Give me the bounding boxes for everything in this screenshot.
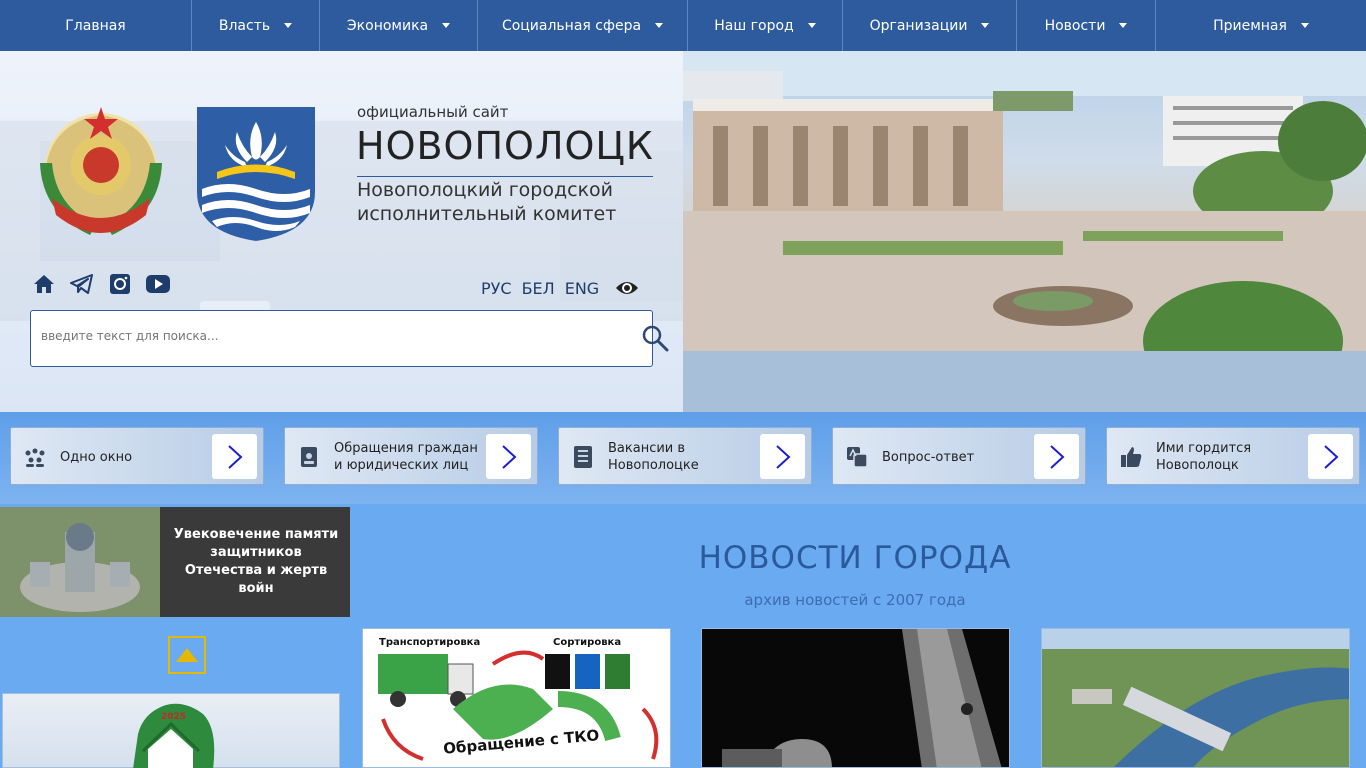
- nav-label: Власть: [218, 17, 271, 34]
- nav-item-economy[interactable]: Экономика: [320, 0, 478, 51]
- nav-item-organizations[interactable]: Организации: [843, 0, 1017, 51]
- nav-label: Главная: [65, 17, 126, 34]
- news-card-label-sorting: Сортировка: [553, 637, 622, 648]
- nav-label: Экономика: [346, 17, 429, 34]
- site-subtitle: официальный сайт: [357, 103, 509, 121]
- news-card-phone[interactable]: [701, 628, 1010, 768]
- quick-link-appeals[interactable]: Обращения граждан и юридических лиц: [284, 427, 538, 485]
- quick-link-qa[interactable]: Вопрос-ответ: [832, 427, 1086, 485]
- title-divider: [357, 176, 653, 177]
- nav-label: Приемная: [1213, 17, 1287, 34]
- youtube-icon[interactable]: [146, 272, 170, 296]
- caret-down-icon: [981, 23, 990, 28]
- quick-link-label: Обращения граждан и юридических лиц: [334, 441, 478, 473]
- scroll-up-button[interactable]: [168, 636, 206, 674]
- quick-link-vacancies[interactable]: Вакансии в Новополоцке: [558, 427, 812, 485]
- city-square-illustration: [683, 51, 1366, 412]
- quick-link-label: Одно окно: [60, 449, 133, 465]
- memory-banner-text: Увековечение памяти защитников Отечества…: [173, 527, 339, 596]
- hero-banner: официальный сайт НОВОПОЛОЦК Новополоцкий…: [0, 51, 1366, 412]
- language-switcher: РУС БЕЛ ENG: [481, 279, 599, 298]
- search-input[interactable]: [41, 329, 581, 343]
- social-links: [32, 272, 170, 296]
- nav-label: Социальная сфера: [501, 17, 642, 34]
- caret-down-icon: [655, 23, 664, 28]
- belarus-map-house-icon: [133, 703, 215, 768]
- caret-down-icon: [1300, 23, 1309, 28]
- memory-banner[interactable]: Увековечение памяти защитников Отечества…: [0, 507, 350, 617]
- nav-label: Наш город: [714, 17, 794, 34]
- chevron-right-icon[interactable]: [212, 434, 257, 479]
- people-icon: [25, 448, 45, 467]
- lang-en[interactable]: ENG: [565, 279, 599, 298]
- chevron-right-icon[interactable]: [1034, 434, 1079, 479]
- document-person-icon: [301, 447, 317, 467]
- quick-link-pride[interactable]: Ими гордится Новополоцк: [1106, 427, 1360, 485]
- news-archive-link[interactable]: архив новостей с 2007 года: [650, 591, 1060, 609]
- nav-label: Новости: [1044, 17, 1106, 34]
- news-card-waste[interactable]: Транспортировка Сортировка Обращение с Т…: [362, 628, 671, 768]
- river-dam-image: [1042, 629, 1349, 767]
- telephone-image: [702, 629, 1009, 767]
- news-section-title: НОВОСТИ ГОРОДА: [698, 540, 1012, 576]
- memorial-photo: [0, 507, 160, 617]
- organization-name: Новополоцкий городской исполнительный ко…: [357, 179, 617, 225]
- belarus-state-emblem: [40, 107, 162, 235]
- quick-link-label: Вопрос-ответ: [882, 449, 975, 465]
- site-title: НОВОПОЛОЦК: [356, 124, 654, 168]
- banner-2025[interactable]: 2025: [2, 693, 340, 768]
- chevron-right-icon[interactable]: [486, 434, 531, 479]
- triangle-up-icon: [176, 648, 198, 662]
- nav-item-social[interactable]: Социальная сфера: [478, 0, 688, 51]
- caret-down-icon: [284, 23, 293, 28]
- novopolotsk-coat-of-arms: [197, 107, 315, 241]
- caret-down-icon: [442, 23, 451, 28]
- city-square-photo: [683, 51, 1366, 412]
- qa-icon: [847, 447, 868, 468]
- quick-link-label: Вакансии в Новополоцке: [608, 441, 699, 473]
- quick-link-label: Ими гордится Новополоцк: [1156, 441, 1252, 473]
- nav-item-home[interactable]: Главная: [0, 0, 192, 51]
- lang-be[interactable]: БЕЛ: [522, 279, 555, 298]
- chevron-right-icon[interactable]: [1308, 434, 1353, 479]
- banner-year: 2025: [161, 712, 187, 722]
- caret-down-icon: [1119, 23, 1128, 28]
- main-navigation: Главная Власть Экономика Социальная сфер…: [0, 0, 1366, 51]
- search-icon[interactable]: [641, 324, 669, 352]
- nav-item-power[interactable]: Власть: [192, 0, 320, 51]
- nav-item-city[interactable]: Наш город: [688, 0, 843, 51]
- news-card-river[interactable]: [1041, 628, 1350, 768]
- chevron-right-icon[interactable]: [760, 434, 805, 479]
- nav-item-reception[interactable]: Приемная: [1156, 0, 1366, 51]
- telegram-icon[interactable]: [70, 272, 94, 296]
- lang-ru[interactable]: РУС: [481, 279, 512, 298]
- search-box: [30, 310, 669, 367]
- instagram-icon[interactable]: [108, 272, 132, 296]
- news-card-label-transport: Транспортировка: [379, 637, 481, 648]
- home-icon[interactable]: [32, 272, 56, 296]
- accessibility-eye-icon[interactable]: [615, 278, 639, 298]
- caret-down-icon: [807, 23, 816, 28]
- thumbs-up-icon: [1121, 447, 1142, 467]
- nav-label: Организации: [869, 17, 968, 34]
- list-document-icon: [574, 446, 592, 468]
- quick-link-one-window[interactable]: Одно окно: [10, 427, 264, 485]
- nav-item-news[interactable]: Новости: [1017, 0, 1156, 51]
